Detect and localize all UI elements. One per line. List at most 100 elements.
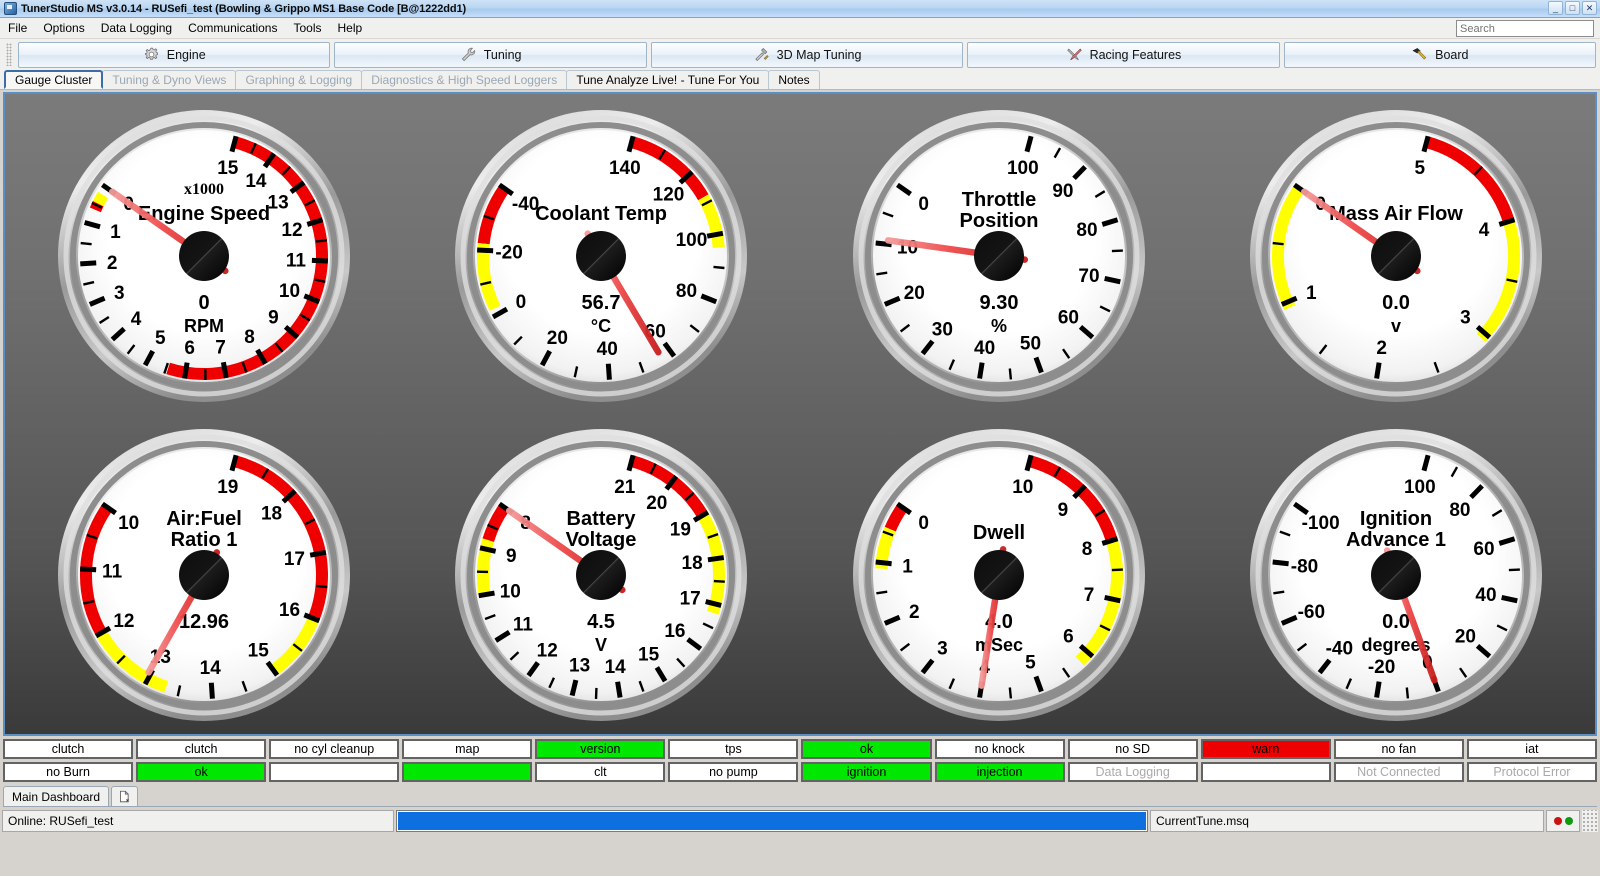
indicator-blank-9[interactable] xyxy=(1200,762,1331,782)
svg-text:9: 9 xyxy=(268,307,279,328)
indicator-map[interactable]: map xyxy=(402,739,533,759)
svg-text:5: 5 xyxy=(1025,652,1036,673)
minimize-button[interactable]: _ xyxy=(1548,1,1563,15)
indicator-injection[interactable]: injection xyxy=(934,762,1065,782)
indicator-data-logging[interactable]: Data Logging xyxy=(1067,762,1198,782)
wrench-icon xyxy=(460,46,477,63)
indicator-iat[interactable]: iat xyxy=(1466,739,1597,759)
svg-text:14: 14 xyxy=(605,656,627,677)
toolbar-button-3d-map-tuning[interactable]: 3D Map Tuning xyxy=(650,41,964,68)
svg-text:4: 4 xyxy=(130,308,141,329)
svg-text:60: 60 xyxy=(1058,307,1079,328)
indicator-row-2: no Burn ok clt no pump ignition injection Data… xyxy=(3,762,1597,782)
svg-text:2: 2 xyxy=(1377,337,1388,358)
gauge-cell-coolant-temp[interactable]: -40 -20 0 20 40 60 80 100 120 140 Coolant Temp 56.7… xyxy=(403,96,801,415)
svg-text:9: 9 xyxy=(1057,499,1068,520)
indicator-blank-2[interactable] xyxy=(269,762,400,782)
indicator-no-knock[interactable]: no knock xyxy=(934,739,1065,759)
svg-text:80: 80 xyxy=(1450,499,1471,520)
svg-text:70: 70 xyxy=(1078,266,1099,287)
gear-icon xyxy=(143,46,160,63)
indicator-no-sd[interactable]: no SD xyxy=(1067,739,1198,759)
svg-text:18: 18 xyxy=(261,503,282,524)
svg-text:Dwell: Dwell xyxy=(973,522,1025,544)
svg-text:20: 20 xyxy=(903,282,924,303)
indicator-protocol-error[interactable]: Protocol Error xyxy=(1466,762,1597,782)
svg-text:4.5: 4.5 xyxy=(587,611,615,633)
svg-text:6: 6 xyxy=(184,337,195,358)
tab-graphing-logging[interactable]: Graphing & Logging xyxy=(235,70,363,89)
toolbar-button-tuning[interactable]: Tuning xyxy=(334,41,647,68)
gauge-cell-throttle-position[interactable]: 0 10 20 30 40 50 60 70 80 90 100 Throttle Position 9.… xyxy=(800,96,1198,415)
indicator-blank-3[interactable] xyxy=(402,762,533,782)
gauge-cell-ignition-advance[interactable]: -100-80-60-40-20020406080100IgnitionAdva… xyxy=(1198,415,1596,734)
svg-text:16: 16 xyxy=(665,620,686,641)
gauge-ignition-advance-1: -100-80-60-40-20020406080100IgnitionAdva… xyxy=(1248,427,1544,723)
menu-data-logging[interactable]: Data Logging xyxy=(93,19,180,37)
gauge-throttle-position: 0 10 20 30 40 50 60 70 80 90 100 Throttle Position 9.… xyxy=(851,108,1147,404)
tab-tuning-dyno[interactable]: Tuning & Dyno Views xyxy=(102,70,237,89)
svg-text:3: 3 xyxy=(1460,307,1471,328)
toolbar-button-racing-features[interactable]: Racing Features xyxy=(967,41,1280,68)
tab-gauge-cluster[interactable]: Gauge Cluster xyxy=(4,70,104,89)
new-page-icon[interactable] xyxy=(111,786,139,806)
svg-text:-100: -100 xyxy=(1302,513,1340,534)
indicator-clutch[interactable]: clutch xyxy=(136,739,267,759)
menu-tools[interactable]: Tools xyxy=(285,19,329,37)
tab-diagnostics[interactable]: Diagnostics & High Speed Loggers xyxy=(361,70,568,89)
svg-text:56.7: 56.7 xyxy=(582,292,621,314)
indicator-no-cyl-cleanup[interactable]: no cyl cleanup xyxy=(269,739,400,759)
svg-text:30: 30 xyxy=(932,319,953,340)
svg-text:x1000: x1000 xyxy=(184,181,224,198)
svg-text:100: 100 xyxy=(676,230,708,251)
status-led-group xyxy=(1546,810,1580,832)
svg-text:1: 1 xyxy=(110,222,121,243)
indicator-version[interactable]: version xyxy=(535,739,666,759)
svg-text:Battery: Battery xyxy=(567,508,637,530)
toolbar-button-board[interactable]: Board xyxy=(1283,41,1597,68)
gauge-cell-mass-air-flow[interactable]: 012345Mass Air Flow0.0v xyxy=(1198,96,1596,415)
gauge-cell-dwell[interactable]: 012345678910Dwell4.0mSec xyxy=(800,415,1198,734)
indicator-no-pump[interactable]: no pump xyxy=(668,762,799,782)
toolbar-button-3d-map-tuning-label: 3D Map Tuning xyxy=(776,47,862,62)
indicator-clutch[interactable]: clutch xyxy=(3,739,134,759)
resize-grip[interactable] xyxy=(1582,810,1598,832)
tab-tune-analyze-live[interactable]: Tune Analyze Live! - Tune For You xyxy=(566,70,770,89)
indicator-no-fan[interactable]: no fan xyxy=(1333,739,1464,759)
svg-text:3: 3 xyxy=(937,638,948,659)
indicator-warn[interactable]: warn xyxy=(1200,739,1331,759)
gauge-cell-air-fuel-ratio[interactable]: 10111213141516171819Air:FuelRatio 112.96 xyxy=(5,415,403,734)
indicator-not-connected[interactable]: Not Connected xyxy=(1333,762,1464,782)
indicator-no-burn[interactable]: no Burn xyxy=(3,762,134,782)
svg-text:Coolant Temp: Coolant Temp xyxy=(535,203,667,225)
menu-file[interactable]: File xyxy=(0,19,35,37)
svg-text:7: 7 xyxy=(1083,585,1094,606)
svg-text:5: 5 xyxy=(1415,158,1426,179)
svg-text:0: 0 xyxy=(198,292,209,314)
gauge-mass-air-flow: 012345Mass Air Flow0.0v xyxy=(1248,108,1544,404)
close-button[interactable]: ✕ xyxy=(1582,1,1597,15)
menu-help[interactable]: Help xyxy=(329,19,370,37)
indicator-clt[interactable]: clt xyxy=(535,762,666,782)
gauge-cell-engine-speed[interactable]: 0123456789101112131415x1000Engine Speed0… xyxy=(5,96,403,415)
dashboard-tab-main[interactable]: Main Dashboard xyxy=(3,786,110,806)
svg-text:1: 1 xyxy=(1306,282,1317,303)
menu-communications[interactable]: Communications xyxy=(180,19,285,37)
maximize-button[interactable]: □ xyxy=(1565,1,1580,15)
gauge-cluster-panel: 0123456789101112131415x1000Engine Speed0… xyxy=(3,92,1597,736)
indicator-tps[interactable]: tps xyxy=(668,739,799,759)
svg-text:0.0: 0.0 xyxy=(1382,292,1410,314)
svg-text:21: 21 xyxy=(614,477,636,498)
tab-notes[interactable]: Notes xyxy=(768,70,820,89)
indicator-ok[interactable]: ok xyxy=(801,739,932,759)
search-input[interactable] xyxy=(1456,20,1594,37)
gauge-cell-battery-voltage[interactable]: 89101112131415161718192021BatteryVoltage… xyxy=(403,415,801,734)
svg-text:15: 15 xyxy=(217,158,239,179)
toolbar-button-engine[interactable]: Engine xyxy=(18,41,331,68)
indicator-ignition[interactable]: ignition xyxy=(801,762,932,782)
svg-text:20: 20 xyxy=(547,327,568,348)
indicator-ok[interactable]: ok xyxy=(136,762,267,782)
svg-text:12: 12 xyxy=(537,640,558,661)
menu-options[interactable]: Options xyxy=(35,19,92,37)
tools-cross-icon xyxy=(1066,46,1083,63)
